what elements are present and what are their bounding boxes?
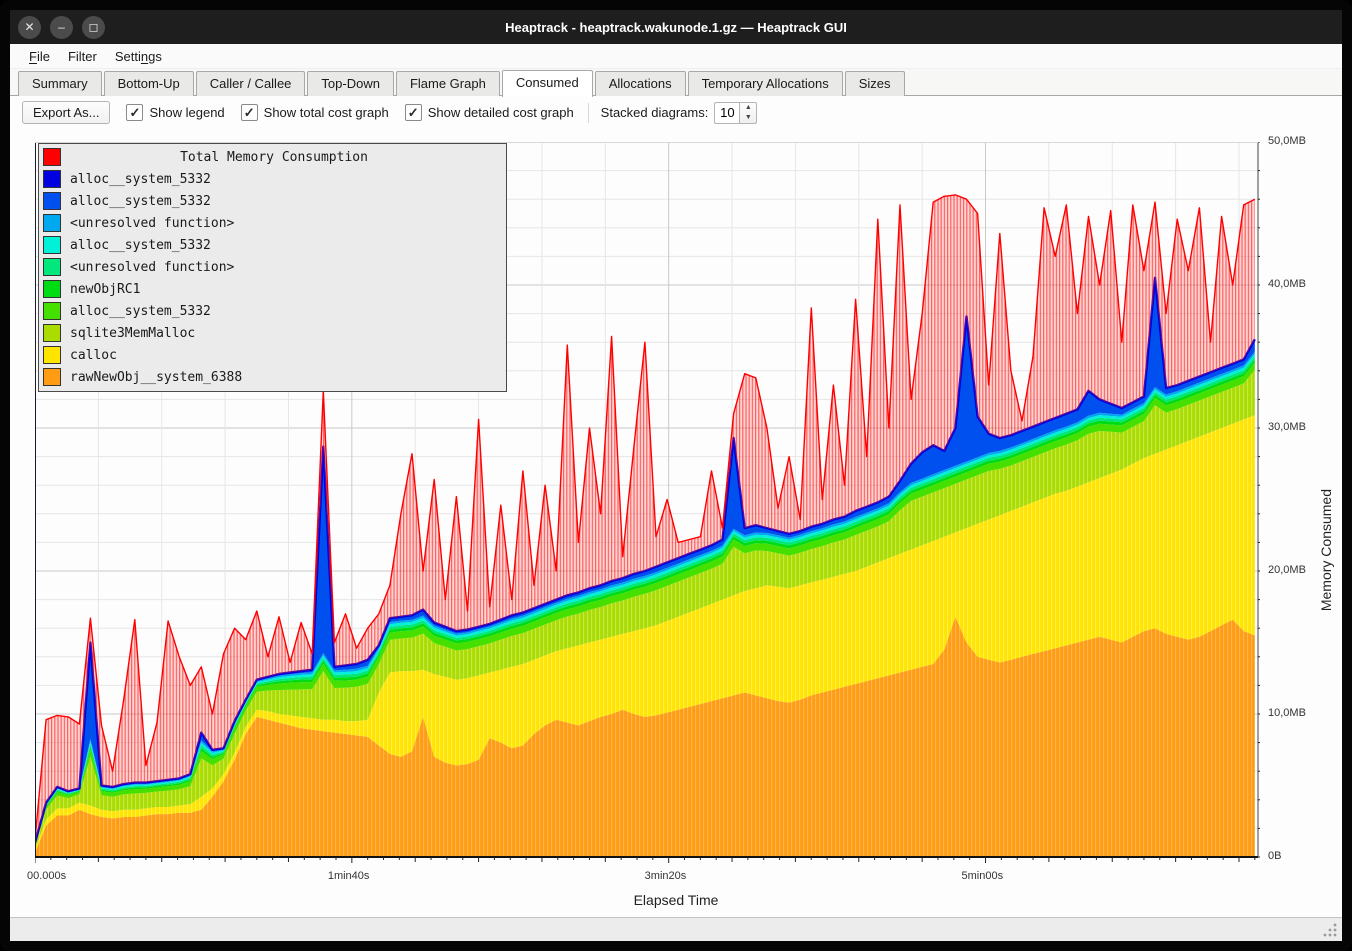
legend-label: sqlite3MemMalloc <box>70 326 195 341</box>
stacked-diagrams-stepper[interactable]: 10 ▲ ▼ <box>714 102 757 124</box>
checkbox-box[interactable]: ✓ <box>405 104 422 121</box>
stepper-up-icon[interactable]: ▲ <box>740 103 756 113</box>
window-controls: ✕–◻ <box>10 16 105 39</box>
maximize-button[interactable]: ◻ <box>82 16 105 39</box>
checkbox-group: ✓ Show legend ✓ Show total cost graph ✓ Show … <box>110 104 573 121</box>
legend-label: rawNewObj__system_6388 <box>70 370 242 385</box>
checkbox-box[interactable]: ✓ <box>241 104 258 121</box>
legend-swatch <box>43 280 61 298</box>
legend-swatch <box>43 302 61 320</box>
close-button[interactable]: ✕ <box>18 16 41 39</box>
legend-item: alloc__system_5332 <box>39 300 506 322</box>
tab-caller-callee[interactable]: Caller / Callee <box>196 71 306 96</box>
legend-swatch <box>43 170 61 188</box>
legend-item: alloc__system_5332 <box>39 168 506 190</box>
x-tick-label: 3min20s <box>645 870 687 882</box>
x-tick-label: 1min40s <box>328 870 370 882</box>
x-tick-label: 5min00s <box>962 870 1004 882</box>
tab-consumed[interactable]: Consumed <box>502 70 593 97</box>
legend-swatch <box>43 148 61 166</box>
export-as-button[interactable]: Export As... <box>22 101 110 124</box>
legend-title-row: Total Memory Consumption <box>39 146 506 168</box>
legend-item: <unresolved function> <box>39 212 506 234</box>
legend-swatch <box>43 236 61 254</box>
y-tick-label: 50,0MB <box>1268 135 1306 147</box>
y-axis-title: Memory Consumed <box>1318 489 1334 611</box>
y-tick-label: 0B <box>1268 850 1281 862</box>
stacked-diagrams-value[interactable]: 10 <box>714 102 739 124</box>
y-tick-label: 40,0MB <box>1268 278 1306 290</box>
legend-label: alloc__system_5332 <box>70 194 211 209</box>
legend-swatch <box>43 192 61 210</box>
application-window: ✕–◻ Heaptrack - heaptrack.wakunode.1.gz … <box>0 0 1352 951</box>
legend-item: alloc__system_5332 <box>39 190 506 212</box>
resize-grip[interactable] <box>1323 923 1337 937</box>
stepper-arrows[interactable]: ▲ ▼ <box>739 102 757 124</box>
legend-label: alloc__system_5332 <box>70 304 211 319</box>
tab-allocations[interactable]: Allocations <box>595 71 686 96</box>
legend-swatch <box>43 258 61 276</box>
legend-label: alloc__system_5332 <box>70 238 211 253</box>
checkbox-show-total-cost-graph[interactable]: ✓ Show total cost graph <box>241 104 389 121</box>
tab-summary[interactable]: Summary <box>18 71 102 96</box>
minimize-button[interactable]: – <box>50 16 73 39</box>
legend-label: Total Memory Consumption <box>70 150 502 165</box>
legend-label: <unresolved function> <box>70 216 234 231</box>
tab-top-down[interactable]: Top-Down <box>307 71 394 96</box>
toolbar-separator <box>588 103 589 123</box>
legend-label: calloc <box>70 348 117 363</box>
checkbox-box[interactable]: ✓ <box>126 104 143 121</box>
x-axis-title: Elapsed Time <box>10 892 1342 908</box>
menu-item-settings[interactable]: Settings <box>106 47 171 66</box>
menu-item-file[interactable]: File <box>20 47 59 66</box>
legend-swatch <box>43 324 61 342</box>
legend-item: sqlite3MemMalloc <box>39 322 506 344</box>
y-tick-label: 10,0MB <box>1268 707 1306 719</box>
checkbox-show-legend[interactable]: ✓ Show legend <box>126 104 224 121</box>
tab-sizes[interactable]: Sizes <box>845 71 905 96</box>
checkbox-show-detailed-cost-graph[interactable]: ✓ Show detailed cost graph <box>405 104 574 121</box>
stepper-down-icon[interactable]: ▼ <box>740 113 756 123</box>
legend-item: alloc__system_5332 <box>39 234 506 256</box>
legend-label: <unresolved function> <box>70 260 234 275</box>
legend-label: alloc__system_5332 <box>70 172 211 187</box>
legend-item: newObjRC1 <box>39 278 506 300</box>
y-tick-label: 20,0MB <box>1268 564 1306 576</box>
tab-temporary-allocations[interactable]: Temporary Allocations <box>688 71 843 96</box>
checkbox-label: Show total cost graph <box>264 105 389 120</box>
legend-item: calloc <box>39 344 506 366</box>
title-bar[interactable]: ✕–◻ Heaptrack - heaptrack.wakunode.1.gz … <box>10 10 1342 44</box>
chart-legend: Total Memory Consumption alloc__system_53… <box>38 143 507 392</box>
tab-bar: SummaryBottom-UpCaller / CalleeTop-DownF… <box>10 69 1342 96</box>
legend-label: newObjRC1 <box>70 282 140 297</box>
tab-flame-graph[interactable]: Flame Graph <box>396 71 500 96</box>
consumed-chart-panel[interactable]: Total Memory Consumption alloc__system_53… <box>10 129 1342 917</box>
checkbox-label: Show detailed cost graph <box>428 105 574 120</box>
legend-swatch <box>43 368 61 386</box>
legend-swatch <box>43 214 61 232</box>
legend-item: rawNewObj__system_6388 <box>39 366 506 388</box>
legend-item: <unresolved function> <box>39 256 506 278</box>
window-title: Heaptrack - heaptrack.wakunode.1.gz — He… <box>10 20 1342 35</box>
x-tick-label: 00.000s <box>27 870 66 882</box>
stacked-diagrams-label: Stacked diagrams: <box>601 105 709 120</box>
menu-item-filter[interactable]: Filter <box>59 47 106 66</box>
toolbar: Export As... ✓ Show legend ✓ Show total cos… <box>10 96 1342 129</box>
checkbox-label: Show legend <box>149 105 224 120</box>
legend-swatch <box>43 346 61 364</box>
menu-bar: FileFilterSettings <box>10 44 1342 69</box>
tab-bottom-up[interactable]: Bottom-Up <box>104 71 194 96</box>
y-tick-label: 30,0MB <box>1268 421 1306 433</box>
heaptrack-window: ✕–◻ Heaptrack - heaptrack.wakunode.1.gz … <box>10 10 1342 941</box>
status-bar <box>10 917 1342 941</box>
